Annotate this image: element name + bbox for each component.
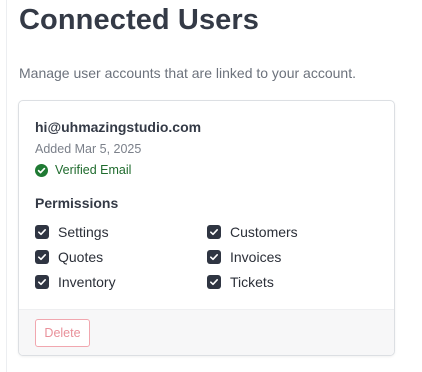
permission-label: Inventory <box>58 274 116 290</box>
left-divider <box>6 0 7 372</box>
verified-email-label: Verified Email <box>55 163 132 177</box>
permission-label: Invoices <box>230 249 282 265</box>
checkbox-quotes[interactable] <box>35 250 49 264</box>
permission-customers[interactable]: Customers <box>207 223 298 241</box>
permission-label: Quotes <box>58 249 104 265</box>
checkmark-icon <box>38 254 46 261</box>
permissions-heading: Permissions <box>35 195 119 211</box>
permission-label: Settings <box>58 224 109 240</box>
checkbox-tickets[interactable] <box>207 275 221 289</box>
permission-label: Tickets <box>230 274 274 290</box>
permission-invoices[interactable]: Invoices <box>207 248 281 266</box>
checkbox-inventory[interactable] <box>35 275 49 289</box>
checkmark-icon <box>38 279 46 286</box>
checkmark-icon <box>210 254 218 261</box>
card-footer: Delete <box>19 309 394 355</box>
checkbox-invoices[interactable] <box>207 250 221 264</box>
connected-users-page: Connected Users Manage user accounts tha… <box>0 0 422 372</box>
permission-settings[interactable]: Settings <box>35 223 109 241</box>
page-title: Connected Users <box>19 4 260 36</box>
card-body: hi@uhmazingstudio.com Added Mar 5, 2025 … <box>19 101 394 309</box>
checkbox-settings[interactable] <box>35 225 49 239</box>
page-subtitle: Manage user accounts that are linked to … <box>19 65 356 81</box>
check-circle-icon <box>35 163 48 177</box>
delete-button[interactable]: Delete <box>35 319 90 347</box>
verified-email-status: Verified Email <box>35 162 131 178</box>
checkmark-icon <box>210 279 218 286</box>
user-email: hi@uhmazingstudio.com <box>35 119 202 135</box>
checkmark-icon <box>210 229 218 236</box>
permission-inventory[interactable]: Inventory <box>35 273 116 291</box>
connected-user-card: hi@uhmazingstudio.com Added Mar 5, 2025 … <box>18 100 395 356</box>
permission-tickets[interactable]: Tickets <box>207 273 274 291</box>
permission-quotes[interactable]: Quotes <box>35 248 103 266</box>
checkbox-customers[interactable] <box>207 225 221 239</box>
permission-label: Customers <box>230 224 298 240</box>
added-date: Added Mar 5, 2025 <box>35 142 142 156</box>
checkmark-icon <box>38 229 46 236</box>
